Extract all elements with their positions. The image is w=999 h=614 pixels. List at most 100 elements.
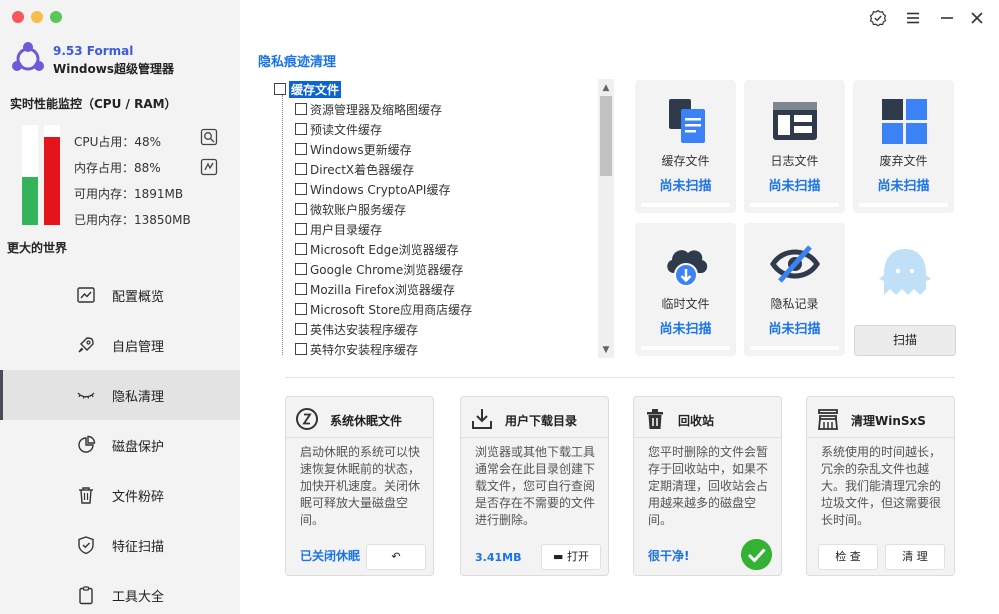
eye-closed-icon <box>77 392 95 399</box>
tree-root-row[interactable]: 缓存文件 <box>274 79 342 99</box>
tree-item-checkbox[interactable] <box>295 323 307 335</box>
tree-item-label: 用户目录缓存 <box>310 222 383 237</box>
trash-icon <box>79 487 93 504</box>
check-circle-icon[interactable] <box>741 539 772 570</box>
panel-description: 浏览器或其他下载工具通常会在此目录创建下载文件，您可自行查阅是否存在不需要的文件… <box>475 445 596 527</box>
tree-item-label: DirectX着色器缓存 <box>310 162 415 177</box>
tree-item-label: 英特尔安装程序缓存 <box>310 342 419 357</box>
card-status: 尚未扫描 <box>659 322 712 337</box>
app-version: 9.53 Formal <box>53 44 134 58</box>
tree-item-checkbox[interactable] <box>295 283 307 295</box>
close-icon[interactable] <box>968 9 986 27</box>
tree-item[interactable]: Windows CryptoAPI缓存 <box>295 179 450 199</box>
minimize-icon[interactable] <box>938 9 956 27</box>
undo-button[interactable]: ↶ <box>366 544 426 570</box>
clean-button[interactable]: 清 理 <box>885 544 945 570</box>
close-window-button[interactable] <box>12 11 24 23</box>
tree-item[interactable]: 资源管理器及缩略图缓存 <box>295 99 442 119</box>
sidebar-item-7[interactable]: 工具大全 <box>0 570 240 614</box>
tree-item[interactable]: 英伟达安装程序缓存 <box>295 319 418 339</box>
scan-button[interactable]: 扫描 <box>854 325 956 356</box>
app-monitor-icon[interactable] <box>200 158 218 176</box>
tree-item-checkbox[interactable] <box>295 223 307 235</box>
eye-slash-icon <box>770 245 820 283</box>
scan-card[interactable]: 临时文件 尚未扫描 <box>635 223 736 356</box>
check-button[interactable]: 检 查 <box>818 544 878 570</box>
hibernate-panel: 系统休眠文件 启动休眠的系统可以快速恢复休眠前的状态，加快开机速度。关闭休眠可释… <box>285 396 434 576</box>
tree-item-label: Google Chrome浏览器缓存 <box>310 262 464 277</box>
tree-item-checkbox[interactable] <box>295 183 307 195</box>
scan-card[interactable]: 隐私记录 尚未扫描 <box>744 223 845 356</box>
scan-card[interactable]: 日志文件 尚未扫描 <box>744 80 845 213</box>
sidebar-item-5[interactable]: 文件粉碎 <box>0 470 240 520</box>
tree-root-checkbox[interactable] <box>274 83 286 95</box>
tree-item[interactable]: Microsoft Edge浏览器缓存 <box>295 239 459 259</box>
tree-item-label: Microsoft Edge浏览器缓存 <box>310 242 459 257</box>
memory-usage-bar <box>44 125 60 225</box>
card-label: 隐私记录 <box>770 297 819 311</box>
trash-icon <box>647 409 663 429</box>
tree-item[interactable]: Google Chrome浏览器缓存 <box>295 259 463 279</box>
used-memory-text: 已用内存：13850MB <box>74 213 191 227</box>
tree-item[interactable]: 微软账户服务缓存 <box>295 199 406 219</box>
tree-item-checkbox[interactable] <box>295 303 307 315</box>
card-status: 尚未扫描 <box>768 322 821 337</box>
menu-icon[interactable] <box>904 9 922 27</box>
folder-icon: ▬ <box>553 550 564 563</box>
scan-card[interactable]: 废弃文件 尚未扫描 <box>853 80 954 213</box>
tree-item[interactable]: 英特尔安装程序缓存 <box>295 339 418 358</box>
tree-item-checkbox[interactable] <box>295 103 307 115</box>
scroll-down-icon[interactable]: ▼ <box>600 344 612 356</box>
card-label: 临时文件 <box>661 297 710 311</box>
tree-item[interactable]: Microsoft Store应用商店缓存 <box>295 299 472 319</box>
panel-title: 清理WinSxS <box>851 414 926 428</box>
tree-item[interactable]: DirectX着色器缓存 <box>295 159 414 179</box>
tree-item[interactable]: 预读文件缓存 <box>295 119 382 139</box>
minimize-window-button[interactable] <box>31 11 43 23</box>
tree-item-checkbox[interactable] <box>295 143 307 155</box>
tree-item-label: Windows CryptoAPI缓存 <box>310 182 451 197</box>
sidebar-item-2[interactable]: 自启管理 <box>0 320 240 370</box>
recycle-bin-panel: 回收站 您平时删除的文件会暂存于回收站中，如果不定期清理，回收站会占用越来越多的… <box>633 396 782 576</box>
log-window-icon <box>773 102 817 140</box>
cpu-usage-bar <box>22 125 38 225</box>
scroll-up-icon[interactable]: ▲ <box>600 82 612 94</box>
tree-item-checkbox[interactable] <box>295 163 307 175</box>
rocket-icon <box>78 337 94 353</box>
sidebar-item-3[interactable]: 隐私清理 <box>0 370 240 420</box>
tree-item[interactable]: Mozilla Firefox浏览器缓存 <box>295 279 455 299</box>
tree-item-label: Windows更新缓存 <box>310 142 412 157</box>
cache-tree: 缓存文件 资源管理器及缩略图缓存 预读文件缓存 Windows更新缓存 DirectX… <box>274 79 614 358</box>
tree-item-label: 微软账户服务缓存 <box>310 202 407 217</box>
cloud-download-icon <box>667 250 708 287</box>
zoom-window-button[interactable] <box>50 11 62 23</box>
tree-item-checkbox[interactable] <box>295 203 307 215</box>
sidebar-item-label: 磁盘保护 <box>112 439 165 455</box>
verified-badge-icon[interactable] <box>869 9 887 27</box>
card-progress-bar <box>859 203 948 207</box>
card-progress-bar <box>750 346 839 350</box>
tree-item-checkbox[interactable] <box>295 243 307 255</box>
tree-item-checkbox[interactable] <box>295 123 307 135</box>
downloads-panel: 用户下载目录 浏览器或其他下载工具通常会在此目录创建下载文件，您可自行查阅是否存… <box>460 396 609 576</box>
tree-item-checkbox[interactable] <box>295 343 307 355</box>
panel-divider <box>807 437 954 438</box>
monitor-title: 实时性能监控（CPU / RAM） <box>10 97 177 111</box>
sidebar-item-6[interactable]: 特征扫描 <box>0 520 240 570</box>
open-folder-button[interactable]: ▬ 打开 <box>541 544 601 570</box>
download-tray-icon <box>472 409 492 429</box>
scroll-thumb[interactable] <box>600 96 612 176</box>
tree-item-checkbox[interactable] <box>295 263 307 275</box>
tree-item[interactable]: 用户目录缓存 <box>295 219 382 239</box>
chart-icon <box>77 287 95 303</box>
card-progress-bar <box>641 346 730 350</box>
panel-description: 您平时删除的文件会暂存于回收站中，如果不定期清理，回收站会占用越来越多的磁盘空间… <box>648 445 769 527</box>
open-label: 打开 <box>566 550 589 563</box>
sidebar-item-label: 工具大全 <box>112 589 165 605</box>
tree-item[interactable]: Windows更新缓存 <box>295 139 412 159</box>
scan-card[interactable]: 缓存文件 尚未扫描 <box>635 80 736 213</box>
sidebar-item-1[interactable]: 配置概览 <box>0 270 240 320</box>
app-name: Windows超级管理器 <box>53 62 174 76</box>
image-search-icon[interactable] <box>200 128 218 146</box>
sidebar-item-4[interactable]: 磁盘保护 <box>0 420 240 470</box>
